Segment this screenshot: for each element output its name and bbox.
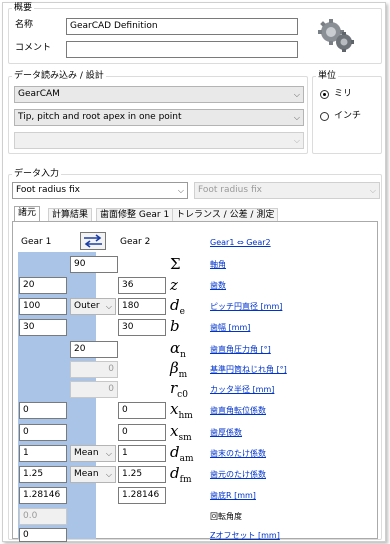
rotation-angle-input[interactable]: 0.0 (19, 508, 67, 525)
chevron-down-icon: ⌵ (293, 136, 300, 145)
face-width-link[interactable]: 歯幅 [mm] (210, 323, 250, 333)
teeth-symbol: z (170, 276, 178, 294)
data-input-legend: データ入力 (12, 169, 62, 180)
face-width-symbol: b (170, 317, 180, 335)
foot-radius-right-value: Foot radius fix (198, 185, 262, 195)
tab-flank-mod[interactable]: 歯面修整 Gear 1 (96, 208, 174, 222)
mm-radio-label[interactable]: ミリ (334, 89, 352, 100)
mm-radio[interactable] (320, 90, 329, 99)
inch-radio-label[interactable]: インチ (334, 111, 361, 122)
comment-label: コメント (15, 43, 52, 53)
dedendum-gear2-input[interactable]: 1.25 (118, 466, 166, 483)
z-offset-input[interactable]: 0 (19, 528, 67, 542)
chevron-down-icon: ⌵ (105, 470, 112, 479)
root-radius-link[interactable]: 歯底R [mm] (210, 491, 256, 501)
profile-shift-gear2-input[interactable]: 0 (118, 402, 166, 419)
name-input[interactable]: GearCAD Definition (66, 18, 298, 35)
spiral-angle-link[interactable]: 基準円筒ねじれ角 [°] (210, 365, 287, 375)
overview-legend: 概要 (12, 3, 35, 14)
shaft-angle-link[interactable]: 軸角 (210, 260, 226, 270)
cutter-radius-link[interactable]: カッタ半径 [mm] (210, 385, 274, 395)
method-select-value: Tip, pitch and root apex in one point (18, 112, 182, 122)
thickness-factor-gear1-input[interactable]: 0 (19, 424, 67, 441)
z-offset-link[interactable]: Zオフセット [mm] (210, 531, 280, 541)
face-width-gear2-input[interactable]: 30 (118, 319, 166, 336)
source-select-value: GearCAM (18, 89, 60, 99)
spiral-angle-input[interactable]: 0 (70, 361, 118, 378)
comment-input[interactable] (66, 41, 298, 58)
profile-shift-symbol: xhm (170, 400, 193, 421)
gear2-header: Gear 2 (120, 237, 151, 247)
thickness-factor-link[interactable]: 歯厚係数 (210, 428, 242, 438)
chevron-down-icon: ⌵ (293, 90, 300, 99)
pressure-angle-input[interactable]: 20 (70, 341, 118, 358)
method-select[interactable]: Tip, pitch and root apex in one point ⌵ (14, 109, 304, 126)
gear-pair-logo (316, 14, 356, 54)
chevron-down-icon: ⌵ (293, 113, 300, 122)
addendum-gear1-input[interactable]: 1 (19, 445, 67, 462)
shaft-angle-symbol: Σ (170, 255, 181, 273)
gear1-header: Gear 1 (21, 237, 52, 247)
tab-results[interactable]: 計算結果 (48, 208, 93, 222)
cutter-radius-input[interactable]: 0 (70, 381, 118, 398)
addendum-mode-value: Mean (74, 448, 99, 458)
dedendum-gear1-input[interactable]: 1.25 (19, 466, 67, 483)
dedendum-symbol: dfm (170, 464, 192, 485)
units-legend: 単位 (316, 71, 339, 82)
dedendum-mode-value: Mean (74, 469, 99, 479)
face-width-gear1-input[interactable]: 30 (19, 319, 67, 336)
root-radius-gear1-input[interactable]: 1.28146 (19, 487, 67, 504)
chevron-down-icon: ⌵ (105, 302, 112, 311)
pitch-diameter-gear1-input[interactable]: 100 (19, 298, 67, 315)
swap-arrows-icon[interactable] (80, 232, 106, 250)
chevron-down-icon: ⌵ (105, 449, 112, 458)
foot-radius-select-right[interactable]: Foot radius fix ⌵ (194, 182, 380, 199)
tab-tolerance[interactable]: トレランス / 公差 / 測定 (172, 208, 279, 222)
addendum-gear2-input[interactable]: 1 (118, 445, 166, 462)
thickness-factor-gear2-input[interactable]: 0 (118, 424, 166, 441)
inch-radio[interactable] (320, 112, 329, 121)
teeth-link[interactable]: 歯数 (210, 281, 226, 291)
addendum-link[interactable]: 歯末のたけ係数 (210, 449, 266, 459)
chevron-down-icon: ⌵ (369, 186, 376, 195)
pressure-angle-link[interactable]: 歯直角圧力角 [°] (210, 345, 271, 355)
data-import-legend: データ読み込み / 設計 (12, 71, 106, 82)
tab-specs[interactable]: 諸元 (14, 206, 41, 222)
addendum-mode-select[interactable]: Mean ⌵ (70, 445, 116, 462)
dedendum-mode-select[interactable]: Mean ⌵ (70, 466, 116, 483)
shaft-angle-input[interactable]: 90 (70, 256, 118, 273)
teeth-gear1-input[interactable]: 20 (19, 277, 67, 294)
swap-gears-link[interactable]: Gear1 ⇔ Gear2 (210, 238, 271, 248)
third-select[interactable]: ⌵ (14, 132, 304, 149)
rotation-angle-link[interactable]: 回転角度 (210, 512, 242, 522)
foot-radius-left-value: Foot radius fix (16, 185, 80, 195)
pitch-diameter-gear2-input[interactable]: 180 (118, 298, 166, 315)
name-label: 名称 (15, 20, 34, 30)
root-radius-gear2-input[interactable]: 1.28146 (118, 487, 166, 504)
source-select[interactable]: GearCAM ⌵ (14, 86, 304, 103)
pitch-diameter-mode-select[interactable]: Outer ⌵ (70, 298, 116, 315)
teeth-gear2-input[interactable]: 36 (118, 277, 166, 294)
profile-shift-gear1-input[interactable]: 0 (19, 402, 67, 419)
pitch-diameter-link[interactable]: ピッチ円直径 [mm] (210, 302, 282, 312)
foot-radius-select-left[interactable]: Foot radius fix ⌵ (12, 182, 188, 199)
chevron-down-icon: ⌵ (177, 186, 184, 195)
profile-shift-link[interactable]: 歯直角転位係数 (210, 406, 266, 416)
dedendum-link[interactable]: 歯元のたけ係数 (210, 470, 266, 480)
pitch-diameter-mode-value: Outer (74, 301, 100, 311)
